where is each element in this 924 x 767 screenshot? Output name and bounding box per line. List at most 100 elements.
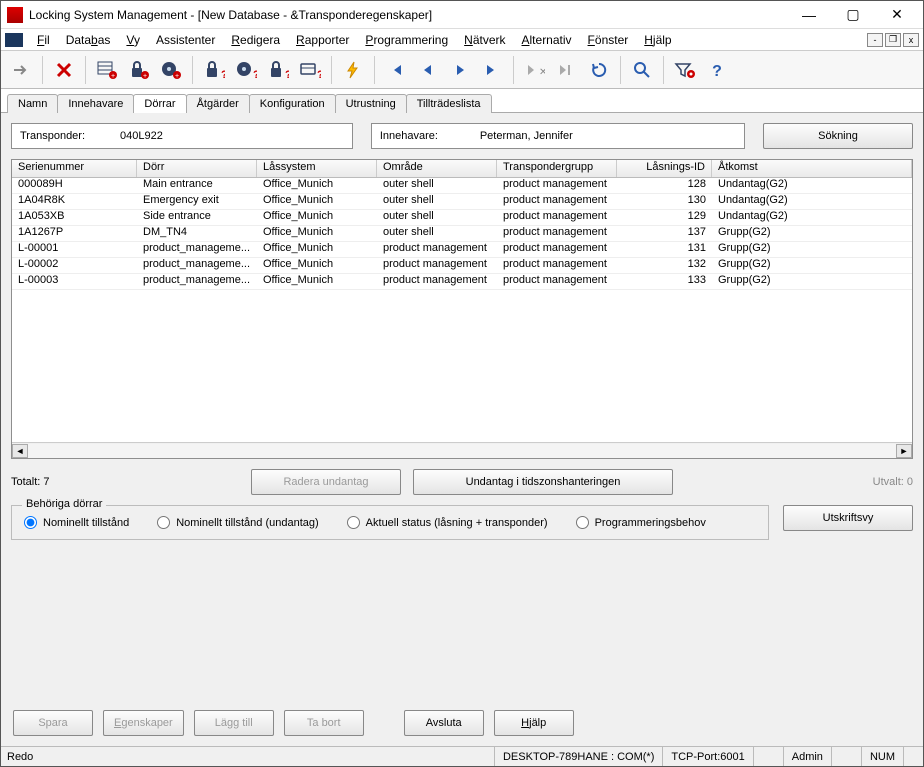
tab-tilltradeslista[interactable]: Tillträdeslista xyxy=(406,94,492,113)
th-transpondergrupp[interactable]: Transpondergrupp xyxy=(497,160,617,177)
table-row[interactable]: L-00003product_manageme...Office_Munichp… xyxy=(12,274,912,290)
radio-nominal-input[interactable] xyxy=(24,516,37,529)
horizontal-scrollbar[interactable]: ◄ ► xyxy=(12,442,912,458)
owner-value: Peterman, Jennifer xyxy=(470,130,573,142)
maximize-button[interactable]: ▢ xyxy=(831,2,875,28)
cell-acc: Grupp(G2) xyxy=(712,258,912,273)
th-lassystem[interactable]: Låssystem xyxy=(257,160,377,177)
finish-button[interactable]: Avsluta xyxy=(404,710,484,736)
close-button[interactable]: ✕ xyxy=(875,2,919,28)
menu-programmering[interactable]: Programmering xyxy=(357,31,456,49)
table-body[interactable]: 000089HMain entranceOffice_Munichouter s… xyxy=(12,178,912,442)
cell-acc: Undantag(G2) xyxy=(712,194,912,209)
table-row[interactable]: 000089HMain entranceOffice_Munichouter s… xyxy=(12,178,912,194)
tab-dorrar[interactable]: Dörrar xyxy=(133,94,186,113)
owner-label: Innehavare: xyxy=(380,130,470,142)
menu-alternativ[interactable]: Alternativ xyxy=(514,31,580,49)
toolbar-lock-q-icon[interactable]: ? xyxy=(199,55,229,85)
table-row[interactable]: L-00001product_manageme...Office_Munichp… xyxy=(12,242,912,258)
menu-databas[interactable]: Databas xyxy=(58,31,119,49)
toolbar-skipend-icon[interactable] xyxy=(552,55,582,85)
toolbar-lock-q2-icon[interactable]: ? xyxy=(263,55,293,85)
cell-grp: product management xyxy=(497,258,617,273)
save-button[interactable]: Spara xyxy=(13,710,93,736)
menu-natverk[interactable]: Nätverk xyxy=(456,31,513,49)
menu-hjalp[interactable]: Hjälp xyxy=(636,31,679,49)
toolbar-help-icon[interactable]: ? xyxy=(702,55,732,85)
th-omrade[interactable]: Område xyxy=(377,160,497,177)
toolbar-lock-add-icon[interactable]: + xyxy=(124,55,154,85)
window-title: Locking System Management - [New Databas… xyxy=(29,8,787,22)
th-dorr[interactable]: Dörr xyxy=(137,160,257,177)
add-button[interactable]: Lägg till xyxy=(194,710,274,736)
menu-vy[interactable]: Vy xyxy=(118,31,148,49)
delete-button[interactable]: Ta bort xyxy=(284,710,364,736)
menu-fil[interactable]: Fil xyxy=(29,31,58,49)
radio-nominal-exception-input[interactable] xyxy=(157,516,170,529)
menu-redigera[interactable]: Redigera xyxy=(223,31,288,49)
toolbar-filter-settings-icon[interactable] xyxy=(670,55,700,85)
mdi-restore-button[interactable]: ❐ xyxy=(885,33,901,47)
tab-utrustning[interactable]: Utrustning xyxy=(335,94,407,113)
tab-bar: Namn Innehavare Dörrar Åtgärder Konfigur… xyxy=(1,89,923,113)
cell-acc: Grupp(G2) xyxy=(712,226,912,241)
toolbar-login-icon[interactable] xyxy=(6,55,36,85)
tz-exception-button[interactable]: Undantag i tidszonshanteringen xyxy=(413,469,673,495)
scroll-track[interactable] xyxy=(28,444,896,458)
radio-programming[interactable]: Programmeringsbehov xyxy=(576,516,706,529)
toolbar-search-icon[interactable] xyxy=(627,55,657,85)
bottom-button-row: Spara Egenskaper Lägg till Ta bort Avslu… xyxy=(11,700,913,742)
toolbar-grid-add-icon[interactable]: + xyxy=(92,55,122,85)
scroll-right-icon[interactable]: ► xyxy=(896,444,912,458)
menu-fonster[interactable]: Fönster xyxy=(580,31,637,49)
help-button[interactable]: Hjälp xyxy=(494,710,574,736)
toolbar-disc-add-icon[interactable]: + xyxy=(156,55,186,85)
radio-programming-input[interactable] xyxy=(576,516,589,529)
radio-actual-input[interactable] xyxy=(347,516,360,529)
radio-nominal-exception[interactable]: Nominellt tillstånd (undantag) xyxy=(157,516,318,529)
scroll-left-icon[interactable]: ◄ xyxy=(12,444,28,458)
cell-area: product management xyxy=(377,274,497,289)
mdi-close-button[interactable]: x xyxy=(903,33,919,47)
cell-sn: L-00003 xyxy=(12,274,137,289)
cell-grp: product management xyxy=(497,194,617,209)
th-atkomst[interactable]: Åtkomst xyxy=(712,160,912,177)
minimize-button[interactable]: — xyxy=(787,2,831,28)
table-row[interactable]: 1A053XBSide entranceOffice_Munichouter s… xyxy=(12,210,912,226)
radio-actual[interactable]: Aktuell status (låsning + transponder) xyxy=(347,516,548,529)
toolbar-flash-icon[interactable] xyxy=(338,55,368,85)
table-row[interactable]: 1A04R8KEmergency exitOffice_Munichouter … xyxy=(12,194,912,210)
tab-atgarder[interactable]: Åtgärder xyxy=(186,94,250,113)
toolbar-skipx-icon[interactable]: ✕ xyxy=(520,55,550,85)
toolbar-delete-icon[interactable] xyxy=(49,55,79,85)
properties-button[interactable]: Egenskaper xyxy=(103,710,184,736)
svg-text:+: + xyxy=(143,73,147,80)
toolbar-refresh-icon[interactable] xyxy=(584,55,614,85)
toolbar-disc-q-icon[interactable]: ? xyxy=(231,55,261,85)
th-serienummer[interactable]: Serienummer xyxy=(12,160,137,177)
menu-rapporter[interactable]: Rapporter xyxy=(288,31,357,49)
toolbar-next-icon[interactable] xyxy=(445,55,475,85)
table-row[interactable]: L-00002product_manageme...Office_Munichp… xyxy=(12,258,912,274)
menu-app-icon xyxy=(5,33,23,47)
cell-sn: 1A04R8K xyxy=(12,194,137,209)
tab-konfiguration[interactable]: Konfiguration xyxy=(249,94,336,113)
tab-namn[interactable]: Namn xyxy=(7,94,58,113)
group-legend: Behöriga dörrar xyxy=(22,498,106,510)
th-lasnings-id[interactable]: Låsnings-ID xyxy=(617,160,712,177)
cell-sn: L-00002 xyxy=(12,258,137,273)
radio-nominal[interactable]: Nominellt tillstånd xyxy=(24,516,129,529)
print-view-button[interactable]: Utskriftsvy xyxy=(783,505,913,531)
main-content: Transponder: 040L922 Innehavare: Peterma… xyxy=(1,113,923,746)
search-button[interactable]: Sökning xyxy=(763,123,913,149)
mdi-minimize-button[interactable]: - xyxy=(867,33,883,47)
delete-exception-button[interactable]: Radera undantag xyxy=(251,469,401,495)
table-row[interactable]: 1A1267PDM_TN4Office_Munichouter shellpro… xyxy=(12,226,912,242)
toolbar-first-icon[interactable] xyxy=(381,55,411,85)
cell-acc: Undantag(G2) xyxy=(712,178,912,193)
tab-innehavare[interactable]: Innehavare xyxy=(57,94,134,113)
toolbar-last-icon[interactable] xyxy=(477,55,507,85)
menu-assistenter[interactable]: Assistenter xyxy=(148,31,223,49)
toolbar-prev-icon[interactable] xyxy=(413,55,443,85)
toolbar-card-q-icon[interactable]: ? xyxy=(295,55,325,85)
